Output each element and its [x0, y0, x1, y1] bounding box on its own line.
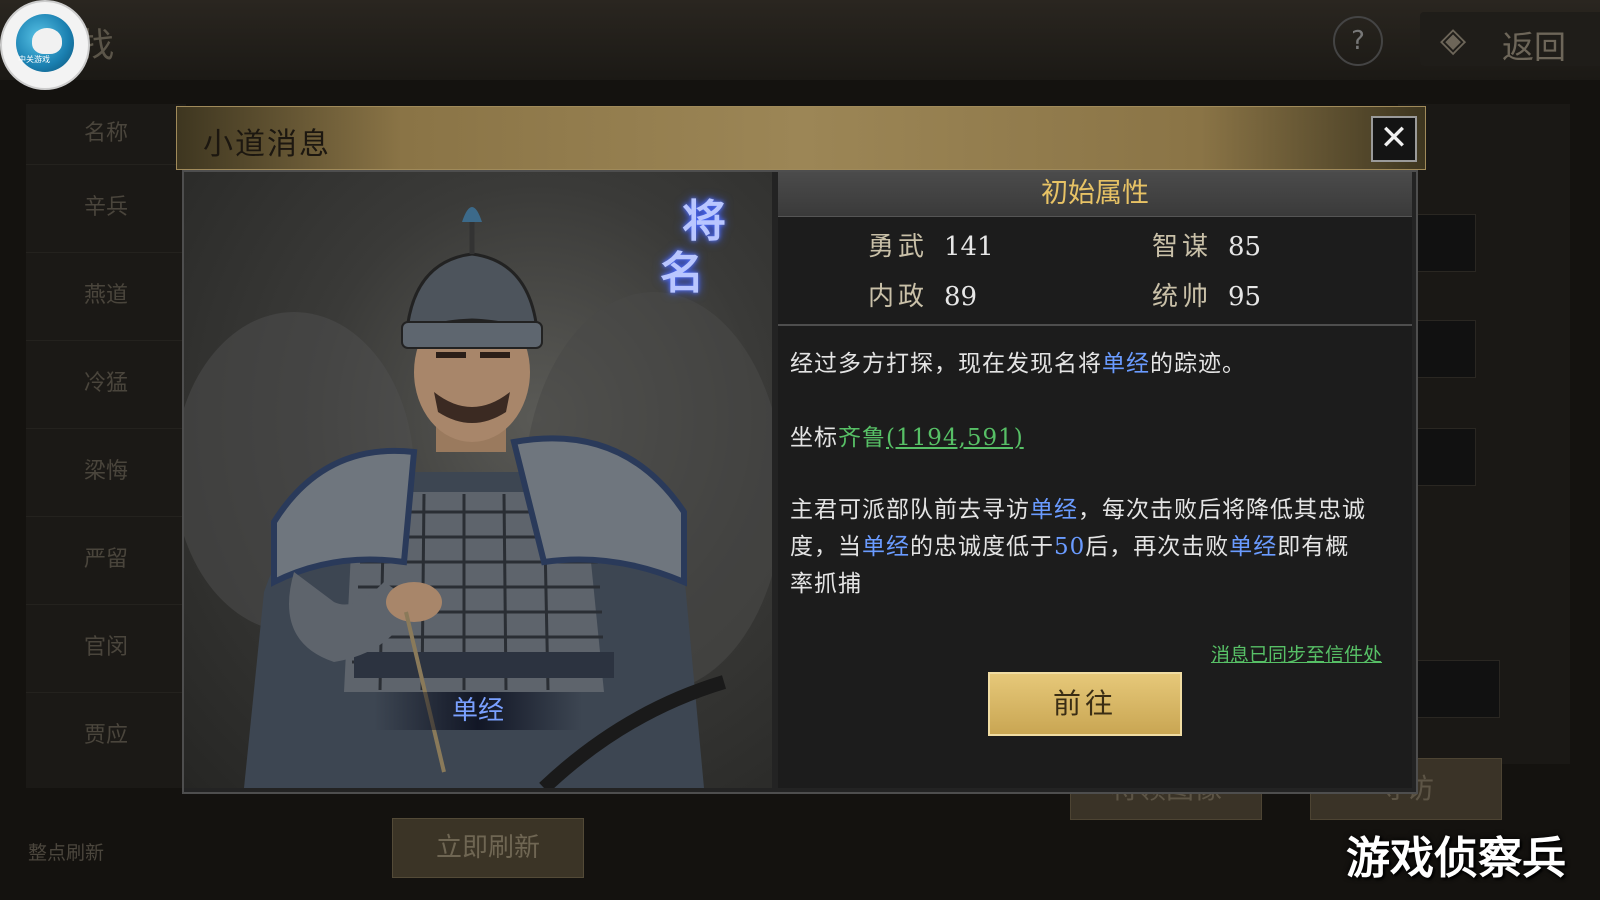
- dialog-title: 小道消息: [203, 127, 331, 162]
- text-segment: 主君可派部队前去寻访: [790, 497, 1030, 523]
- badge-char: 名: [660, 248, 704, 299]
- attribute-header: 初始属性: [778, 172, 1412, 217]
- coord-label: 坐标: [790, 425, 838, 451]
- news-dialog: 小道消息 ✕ 将 名 单经 初始属性 勇武 141 智谋 85 内政 89 统帅…: [176, 106, 1426, 794]
- list-header: 名称: [26, 104, 186, 165]
- badge-char: 将: [682, 196, 726, 247]
- sync-note-link[interactable]: 消息已同步至信件处: [1211, 640, 1382, 667]
- goto-button[interactable]: 前往: [988, 672, 1182, 736]
- message-body-line: 率抓捕: [790, 571, 862, 597]
- logo-bird-icon: [32, 28, 62, 54]
- text-segment: 的踪迹。: [1150, 351, 1246, 377]
- famous-general-badge: 将 名: [660, 196, 752, 300]
- attribute-panel: 初始属性 勇武 141 智谋 85 内政 89 统帅 95: [778, 172, 1412, 326]
- attribute-value: 141: [944, 232, 994, 262]
- back-label: 返回: [1502, 28, 1567, 66]
- list-item[interactable]: 官闵: [26, 604, 186, 693]
- list-item[interactable]: 梁悔: [26, 428, 186, 517]
- attribute-label: 勇武: [868, 232, 929, 262]
- general-name-highlight: 单经: [1229, 534, 1278, 560]
- list-item[interactable]: 严留: [26, 516, 186, 605]
- text-segment: 度，当: [790, 534, 862, 560]
- message-coordinate: 坐标齐鲁(1194,591): [790, 418, 1024, 452]
- general-name: 单经: [374, 692, 582, 730]
- back-button[interactable]: ◈ 返回: [1420, 12, 1600, 66]
- attribute-value: 85: [1228, 232, 1262, 262]
- attribute-item: 勇武 141: [868, 226, 994, 263]
- general-list: 名称 辛兵 燕道 冷猛 梁悔 严留 官闵 贾应: [26, 104, 186, 788]
- refresh-note: 整点刷新: [28, 842, 105, 864]
- close-button[interactable]: ✕: [1371, 116, 1417, 162]
- general-name-highlight: 单经: [862, 534, 910, 560]
- loyalty-threshold: 50: [1054, 534, 1086, 560]
- attribute-item: 统帅 95: [1152, 276, 1261, 313]
- attribute-label: 统帅: [1152, 282, 1213, 312]
- message-intro: 经过多方打探，现在发现名将单经的踪迹。: [790, 344, 1246, 378]
- attribute-value: 89: [944, 282, 978, 312]
- refresh-now-button[interactable]: 立即刷新: [392, 818, 584, 878]
- coordinate-link[interactable]: (1194,591): [886, 425, 1024, 451]
- attribute-label: 内政: [868, 282, 929, 312]
- attribute-label: 智谋: [1152, 232, 1213, 262]
- list-item[interactable]: 冷猛: [26, 340, 186, 429]
- coord-place: 齐鲁: [838, 425, 886, 451]
- help-button[interactable]: ?: [1333, 16, 1383, 66]
- logo-text: 中关游戏: [18, 55, 50, 64]
- list-item[interactable]: 辛兵: [26, 164, 186, 253]
- general-name-highlight: 单经: [1030, 497, 1078, 523]
- general-name-highlight: 单经: [1102, 351, 1150, 377]
- attribute-value: 95: [1228, 282, 1262, 312]
- text-segment: ，每次击败后将降低其忠诚: [1078, 497, 1366, 523]
- dialog-header: 小道消息 ✕: [176, 106, 1426, 170]
- message-body-line: 主君可派部队前去寻访单经，每次击败后将降低其忠诚: [790, 490, 1366, 524]
- text-segment: 即有概: [1277, 534, 1350, 560]
- text-segment: 后，再次击败: [1085, 534, 1230, 560]
- message-body-line: 度，当单经的忠诚度低于50后，再次击败单经即有概: [790, 527, 1349, 561]
- watermark: 游戏侦察兵: [1346, 833, 1566, 884]
- attribute-item: 智谋 85: [1152, 226, 1261, 263]
- list-item[interactable]: 贾应: [26, 692, 186, 780]
- back-arrow-icon: ◈: [1440, 20, 1467, 60]
- attribute-item: 内政 89: [868, 276, 977, 313]
- list-item[interactable]: 燕道: [26, 252, 186, 341]
- message-panel: 经过多方打探，现在发现名将单经的踪迹。 坐标齐鲁(1194,591) 主君可派部…: [778, 326, 1412, 788]
- app-logo: 中关游戏: [0, 0, 90, 90]
- general-portrait: 将 名 单经: [184, 172, 772, 788]
- dialog-body: 将 名 单经 初始属性 勇武 141 智谋 85 内政 89 统帅 95 经过多方打: [182, 170, 1418, 794]
- text-segment: 的忠诚度低于: [910, 534, 1054, 560]
- text-segment: 经过多方打探，现在发现名将: [790, 351, 1102, 377]
